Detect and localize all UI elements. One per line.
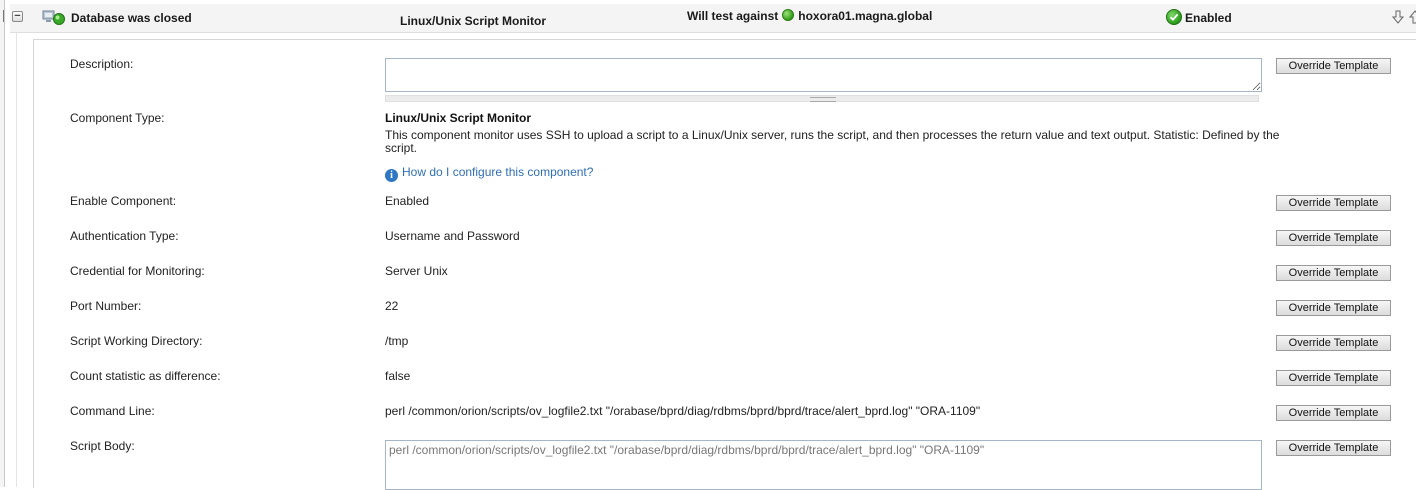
- component-type-title: Linux/Unix Script Monitor: [385, 111, 531, 125]
- description-resize-handle[interactable]: [385, 95, 1259, 102]
- count-statistic-label: Count statistic as difference:: [70, 369, 221, 383]
- credential-label: Credential for Monitoring:: [70, 264, 205, 278]
- override-template-button-port[interactable]: Override Template: [1276, 300, 1391, 316]
- check-icon: [1166, 9, 1182, 25]
- port-number-label: Port Number:: [70, 299, 142, 313]
- script-body-field[interactable]: perl /common/orion/scripts/ov_logfile2.t…: [385, 440, 1262, 490]
- enable-component-value: Enabled: [385, 194, 430, 208]
- override-template-button-command[interactable]: Override Template: [1276, 405, 1391, 421]
- test-target-node[interactable]: hoxora01.magna.global: [798, 9, 932, 23]
- node-status-icon: [782, 9, 795, 21]
- working-directory-value: /tmp: [385, 334, 409, 348]
- info-icon: i: [385, 169, 398, 182]
- override-template-button-script[interactable]: Override Template: [1276, 440, 1391, 456]
- command-line-value: perl /common/orion/scripts/ov_logfile2.t…: [385, 404, 981, 418]
- test-against-label: Will test against: [687, 9, 779, 23]
- credential-value: Server Unix: [385, 264, 448, 278]
- component-header: − Database was closed Linux/Unix Script …: [10, 4, 1416, 33]
- move-up-icon[interactable]: [1408, 10, 1416, 24]
- port-number-value: 22: [385, 299, 399, 313]
- override-template-button-directory[interactable]: Override Template: [1276, 335, 1391, 351]
- left-frame-edge: [0, 0, 5, 487]
- help-link[interactable]: i How do I configure this component?: [385, 165, 593, 182]
- component-settings-panel: [33, 39, 1416, 488]
- working-directory-label: Script Working Directory:: [70, 334, 203, 348]
- component-name: Database was closed: [71, 11, 192, 25]
- application-monitor-icon: [42, 8, 66, 26]
- description-label: Description:: [70, 57, 134, 71]
- move-down-icon[interactable]: [1391, 10, 1405, 24]
- override-template-button-auth[interactable]: Override Template: [1276, 230, 1391, 246]
- authentication-type-label: Authentication Type:: [70, 229, 179, 243]
- component-status-label: Enabled: [1185, 11, 1232, 25]
- test-against: Will test against hoxora01.magna.global: [687, 9, 932, 23]
- help-link-text[interactable]: How do I configure this component?: [402, 165, 593, 179]
- override-template-button-description[interactable]: Override Template: [1276, 58, 1391, 74]
- enable-component-label: Enable Component:: [70, 194, 177, 208]
- script-body-label: Script Body:: [70, 439, 135, 453]
- component-type-description: This component monitor uses SSH to uploa…: [385, 128, 1280, 155]
- status-up-icon: [53, 13, 65, 25]
- override-template-button-enable[interactable]: Override Template: [1276, 195, 1391, 211]
- command-line-label: Command Line:: [70, 404, 155, 418]
- override-template-button-count[interactable]: Override Template: [1276, 370, 1391, 386]
- component-status: Enabled: [1166, 9, 1232, 25]
- count-statistic-value: false: [385, 369, 411, 383]
- component-type-label: Component Type:: [70, 111, 165, 125]
- component-type-header: Linux/Unix Script Monitor: [400, 14, 546, 28]
- authentication-type-value: Username and Password: [385, 229, 520, 243]
- collapse-button[interactable]: −: [12, 11, 23, 22]
- description-field[interactable]: [385, 58, 1262, 92]
- tree-guide-line: [16, 28, 17, 487]
- override-template-button-credential[interactable]: Override Template: [1276, 265, 1391, 281]
